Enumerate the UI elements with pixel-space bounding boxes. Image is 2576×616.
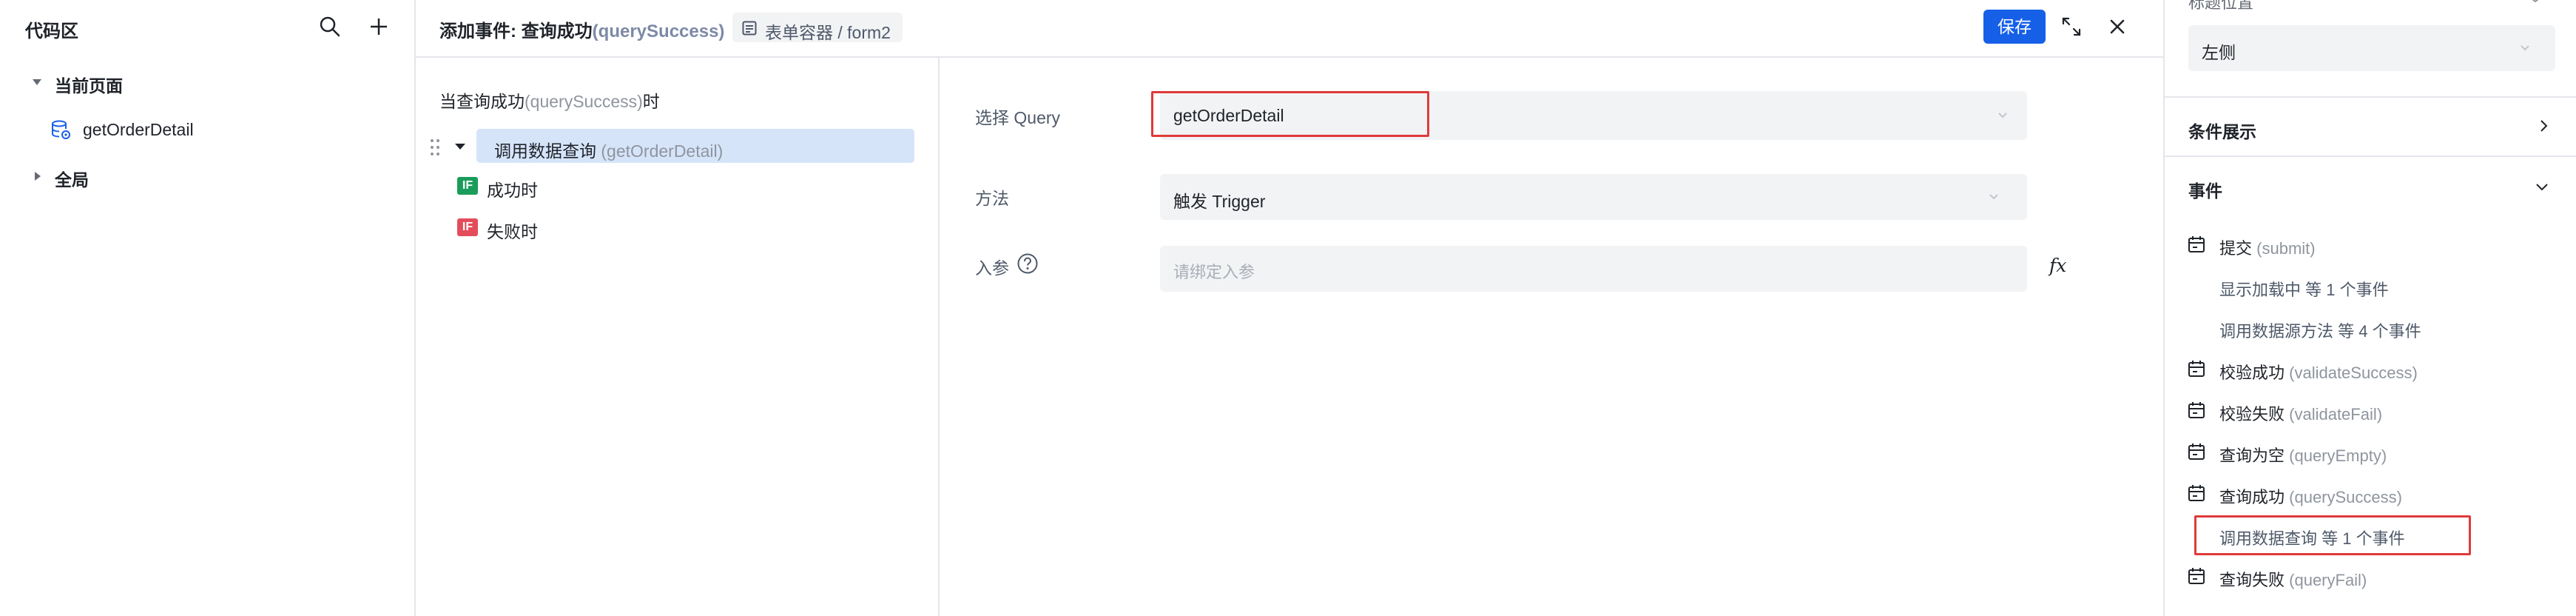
event-row-submit[interactable]: 提交 (submit) xyxy=(2187,231,2557,258)
calendar-icon xyxy=(2187,483,2206,503)
action-detail: (getOrderDetail) xyxy=(601,141,724,161)
code-area-panel: 代码区 当前页面 getOrderDetail 全局 xyxy=(0,0,416,616)
calendar-icon xyxy=(2187,235,2206,254)
calendar-icon xyxy=(2187,401,2206,420)
title-position-value: 左侧 xyxy=(2202,43,2236,62)
drag-handle-icon[interactable] xyxy=(429,138,441,157)
help-icon[interactable] xyxy=(1016,252,1039,275)
method-select-value: 触发 Trigger xyxy=(1173,192,1266,211)
event-code: (validateSuccess) xyxy=(2289,364,2418,382)
form-icon xyxy=(741,20,758,36)
params-input[interactable]: 请绑定入参 xyxy=(1160,246,2027,292)
branch-fail[interactable]: IF 失败时 xyxy=(457,215,901,241)
if-success-badge: IF xyxy=(457,177,478,195)
chevron-down-icon xyxy=(2518,41,2532,55)
chevron-down-icon xyxy=(1987,190,2000,204)
chevron-down-icon xyxy=(2535,179,2549,194)
calendar-icon xyxy=(2187,442,2206,461)
event-tree-heading: 当查询成功(querySuccess)时 xyxy=(439,87,660,113)
heading-event: (querySuccess) xyxy=(525,92,643,111)
title-position-select[interactable]: 左侧 xyxy=(2188,25,2555,71)
title-prefix: 添加事件: 查询成功 xyxy=(439,21,593,41)
page-title: 添加事件: 查询成功(querySuccess) xyxy=(439,16,724,42)
action-config-panel: 选择 Query getOrderDetail 方法 触发 Trigger 入参… xyxy=(941,58,2163,616)
tree-label-query: getOrderDetail xyxy=(83,120,194,139)
heading-prefix: 当查询成功 xyxy=(439,92,525,111)
event-name: 查询失败 xyxy=(2219,571,2285,589)
event-row-query-success[interactable]: 查询成功 (querySuccess) xyxy=(2187,480,2557,506)
event-row-query-fail[interactable]: 查询失败 (queryFail) xyxy=(2187,563,2557,589)
action-label: 调用数据查询 (getOrderDetail) xyxy=(494,137,723,162)
chevron-right-icon xyxy=(2536,118,2551,133)
event-code: (querySuccess) xyxy=(2289,488,2402,506)
branch-fail-label: 失败时 xyxy=(487,222,538,241)
tree-node-global[interactable]: 全局 xyxy=(28,164,383,190)
event-row-query-empty[interactable]: 查询为空 (queryEmpty) xyxy=(2187,438,2557,465)
properties-panel: 标题位置 左侧 条件展示 事件 提交 (submit) 显示加载中 等 1 个事… xyxy=(2163,0,2576,616)
plus-icon[interactable] xyxy=(367,15,391,38)
tree-node-current-page[interactable]: 当前页面 xyxy=(28,70,383,96)
event-sub-item[interactable]: 显示加载中 等 1 个事件 xyxy=(2219,277,2389,301)
event-name: 校验成功 xyxy=(2219,364,2285,382)
events-section-label: 事件 xyxy=(2188,181,2222,201)
conditional-display-label: 条件展示 xyxy=(2188,122,2256,141)
database-icon xyxy=(49,118,73,141)
chevron-down-icon xyxy=(1996,109,2009,122)
action-name: 调用数据查询 xyxy=(494,141,596,161)
if-fail-badge: IF xyxy=(457,218,478,236)
caret-down-icon[interactable] xyxy=(454,141,466,153)
event-row-validate-success[interactable]: 校验成功 (validateSuccess) xyxy=(2187,355,2557,382)
event-code: (queryEmpty) xyxy=(2289,446,2387,465)
calendar-icon xyxy=(2187,566,2206,586)
action-node-selected[interactable]: 调用数据查询 (getOrderDetail) xyxy=(476,129,914,163)
breadcrumb[interactable]: 表单容器 / form2 xyxy=(732,13,903,42)
section-conditional-display[interactable]: 条件展示 xyxy=(2165,96,2576,157)
event-name: 提交 xyxy=(2219,239,2253,258)
editor-header: 添加事件: 查询成功(querySuccess) 表单容器 / form2 保存 xyxy=(416,0,2163,58)
method-field-label: 方法 xyxy=(975,189,1009,208)
section-events[interactable]: 事件 xyxy=(2165,157,2576,218)
calendar-icon xyxy=(2187,359,2206,378)
caret-right-icon xyxy=(31,170,43,182)
tree-item-query[interactable]: getOrderDetail xyxy=(49,117,374,142)
event-name: 校验失败 xyxy=(2219,405,2285,424)
save-button[interactable]: 保存 xyxy=(1983,10,2046,44)
params-input-placeholder: 请绑定入参 xyxy=(1173,263,1255,281)
event-code: (submit) xyxy=(2256,239,2316,258)
event-name: 查询为空 xyxy=(2219,446,2285,465)
params-field-label: 入参 xyxy=(975,258,1009,278)
event-sub-item[interactable]: 调用数据源方法 等 4 个事件 xyxy=(2219,318,2421,342)
search-icon[interactable] xyxy=(318,15,342,38)
code-area-title: 代码区 xyxy=(25,21,78,41)
save-button-label: 保存 xyxy=(1997,17,2032,36)
annotation-box-query xyxy=(1151,91,1429,137)
branch-success-label: 成功时 xyxy=(487,181,538,200)
event-code: (validateFail) xyxy=(2289,405,2383,424)
tree-label-current-page: 当前页面 xyxy=(55,76,123,96)
close-icon[interactable] xyxy=(2107,16,2128,37)
query-field-label: 选择 Query xyxy=(975,108,1061,127)
expand-icon[interactable] xyxy=(2060,15,2083,38)
more-icon xyxy=(2527,0,2543,3)
event-name: 查询成功 xyxy=(2219,488,2285,506)
annotation-box-sub-event xyxy=(2194,515,2471,555)
heading-suffix: 时 xyxy=(642,92,660,111)
branch-success[interactable]: IF 成功时 xyxy=(457,173,901,200)
caret-down-icon xyxy=(31,76,43,88)
tree-label-global: 全局 xyxy=(55,170,89,190)
event-row-validate-fail[interactable]: 校验失败 (validateFail) xyxy=(2187,397,2557,424)
title-event: (querySuccess) xyxy=(592,21,725,41)
event-tree-panel: 当查询成功(querySuccess)时 调用数据查询 (getOrderDet… xyxy=(416,58,940,616)
method-select[interactable]: 触发 Trigger xyxy=(1160,174,2027,220)
cut-label: 标题位置 xyxy=(2188,0,2254,12)
fx-button[interactable]: fx xyxy=(2049,255,2066,276)
event-code: (queryFail) xyxy=(2289,571,2367,589)
breadcrumb-text: 表单容器 / form2 xyxy=(765,23,891,42)
